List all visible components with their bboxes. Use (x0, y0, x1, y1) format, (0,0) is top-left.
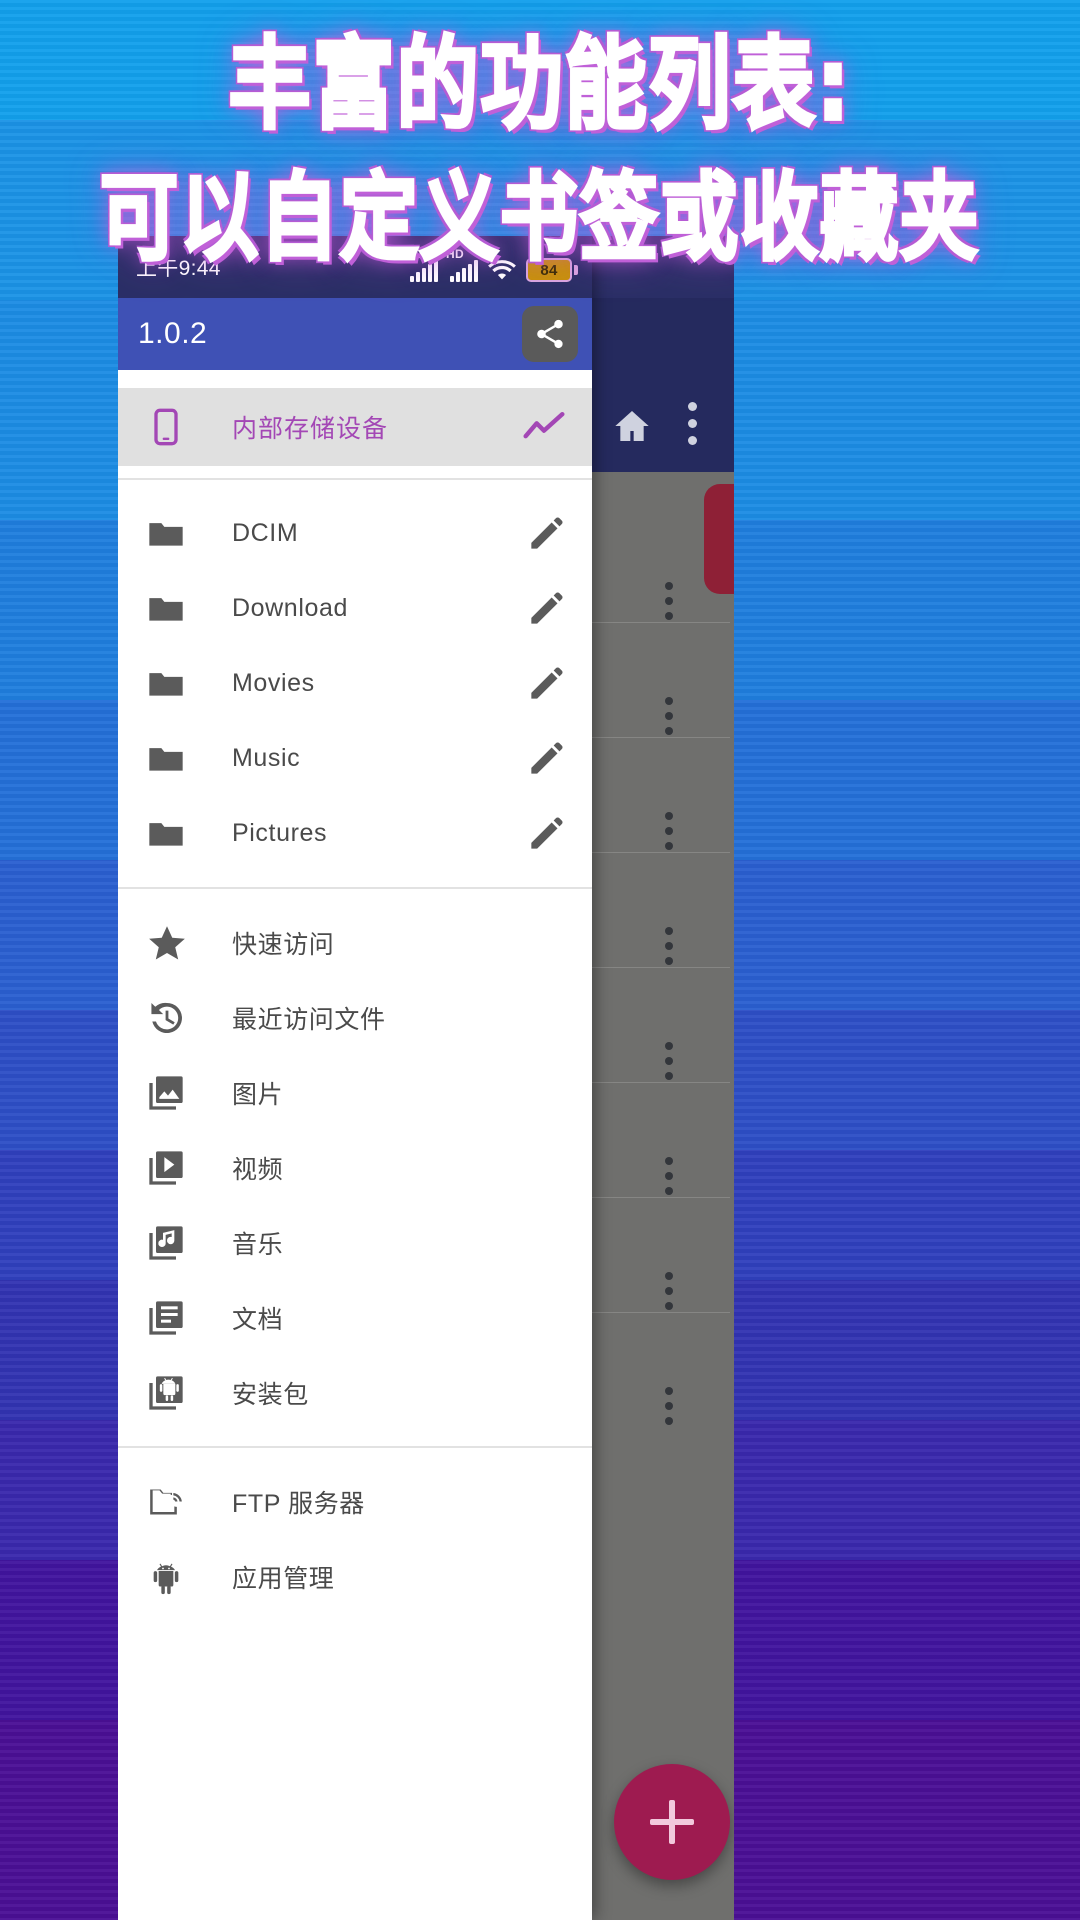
more-vertical-icon[interactable] (665, 1272, 673, 1317)
red-tab-indicator (704, 484, 734, 594)
phone-screenshot: 上午9:44 HD HD 84 1.0.2 内部存储设备 DCIM Downlo… (118, 236, 734, 1920)
more-vertical-icon[interactable] (665, 582, 673, 627)
poster-headline: 丰富的功能列表: 可以自定义书签或收藏夹 (0, 33, 1080, 269)
image-collection-icon (146, 1073, 200, 1113)
drawer-item-label: Download (232, 594, 348, 622)
headline-line-2: 可以自定义书签或收藏夹 (98, 163, 980, 274)
folder-icon (146, 664, 200, 704)
headline-line-1: 丰富的功能列表: (227, 27, 852, 144)
drawer-item-label: 快速访问 (232, 930, 335, 959)
drawer-item-图片[interactable]: 图片 (118, 1055, 592, 1130)
edit-pencil-icon[interactable] (526, 739, 566, 779)
navigation-drawer: 上午9:44 HD HD 84 1.0.2 内部存储设备 DCIM Downlo… (118, 236, 592, 1920)
music-collection-icon (146, 1223, 200, 1263)
star-icon (146, 922, 200, 964)
drawer-item-视频[interactable]: 视频 (118, 1130, 592, 1205)
drawer-item-DCIM[interactable]: DCIM (118, 496, 592, 571)
drawer-content[interactable]: 内部存储设备 DCIM Download Movies Music Pictures 快… (118, 370, 592, 1920)
more-vertical-icon[interactable] (665, 1387, 673, 1432)
more-vertical-icon[interactable] (665, 697, 673, 742)
document-collection-icon (146, 1298, 200, 1338)
edit-pencil-icon[interactable] (526, 514, 566, 554)
drawer-item-label: Pictures (232, 819, 328, 847)
folder-bookmark-list: DCIM Download Movies Music Pictures (118, 496, 592, 871)
drawer-app-bar: 1.0.2 (118, 298, 592, 370)
drawer-item-音乐[interactable]: 音乐 (118, 1205, 592, 1280)
tool-list: FTP 服务器 应用管理 (118, 1464, 592, 1614)
analytics-chart-icon[interactable] (522, 410, 566, 444)
drawer-item-Pictures[interactable]: Pictures (118, 796, 592, 871)
drawer-item-label: 文档 (232, 1305, 284, 1334)
drawer-item-label: FTP 服务器 (232, 1489, 365, 1518)
storage-label: 内部存储设备 (232, 415, 389, 443)
drawer-item-最近访问文件[interactable]: 最近访问文件 (118, 980, 592, 1055)
drawer-item-label: Music (232, 744, 301, 772)
category-list: 快速访问最近访问文件 图片视频音乐文档安装包 (118, 905, 592, 1430)
drawer-item-label: 安装包 (232, 1380, 309, 1409)
folder-icon (146, 589, 200, 629)
history-icon (146, 997, 200, 1039)
drawer-item-Download[interactable]: Download (118, 571, 592, 646)
drawer-item-label: 图片 (232, 1080, 284, 1109)
more-vertical-icon[interactable] (665, 927, 673, 972)
drawer-item-label: DCIM (232, 519, 299, 547)
drawer-item-label: 音乐 (232, 1230, 284, 1259)
drawer-item-文档[interactable]: 文档 (118, 1280, 592, 1355)
more-vertical-icon[interactable] (665, 1042, 673, 1087)
drawer-item-Music[interactable]: Music (118, 721, 592, 796)
android-package-icon (146, 1373, 200, 1413)
more-vertical-icon[interactable] (665, 812, 673, 857)
drawer-item-label: 最近访问文件 (232, 1005, 386, 1034)
drawer-item-安装包[interactable]: 安装包 (118, 1355, 592, 1430)
drawer-item-快速访问[interactable]: 快速访问 (118, 905, 592, 980)
more-vertical-icon[interactable] (688, 402, 698, 450)
edit-pencil-icon[interactable] (526, 814, 566, 854)
video-collection-icon (146, 1148, 200, 1188)
add-fab-button[interactable] (614, 1764, 730, 1880)
drawer-item-label: Movies (232, 669, 315, 697)
folder-icon (146, 739, 200, 779)
plus-icon (650, 1800, 694, 1844)
phone-icon (146, 407, 200, 447)
drawer-item-label: 视频 (232, 1155, 284, 1184)
drawer-item-FTP-服务器[interactable]: FTP 服务器 (118, 1464, 592, 1539)
folder-icon (146, 514, 200, 554)
home-icon[interactable] (610, 406, 654, 446)
android-robot-icon (146, 1557, 200, 1597)
edit-pencil-icon[interactable] (526, 589, 566, 629)
folder-icon (146, 814, 200, 854)
more-vertical-icon[interactable] (665, 1157, 673, 1202)
storage-item-internal[interactable]: 内部存储设备 (118, 388, 592, 466)
edit-pencil-icon[interactable] (526, 664, 566, 704)
drawer-item-应用管理[interactable]: 应用管理 (118, 1539, 592, 1614)
ftp-folder-icon (146, 1482, 200, 1522)
drawer-item-label: 应用管理 (232, 1564, 335, 1593)
app-version-title: 1.0.2 (138, 317, 208, 350)
drawer-item-Movies[interactable]: Movies (118, 646, 592, 721)
share-icon[interactable] (522, 306, 578, 362)
